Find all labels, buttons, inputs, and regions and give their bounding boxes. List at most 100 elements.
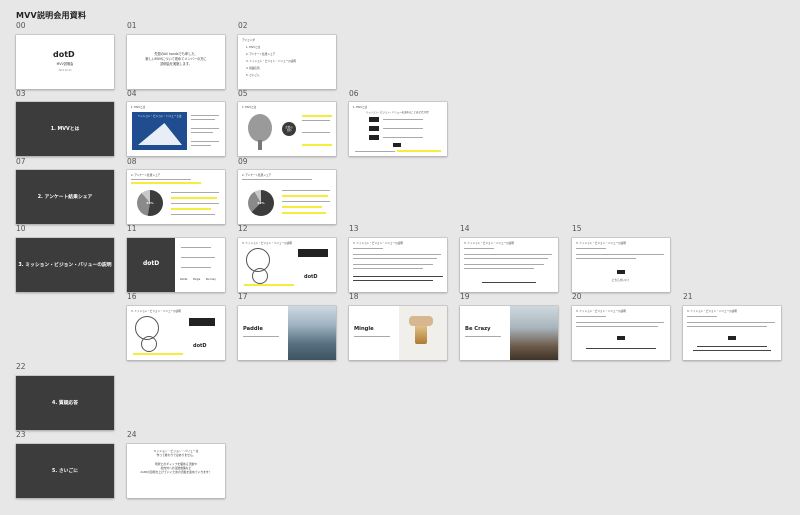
slide-thumbnail-17[interactable]: Paddle [238, 306, 336, 360]
slide-number: 07 [16, 157, 26, 166]
agenda-item: 4. 質疑応答 [246, 67, 260, 70]
slide-number: 24 [127, 430, 137, 439]
slide-number: 17 [238, 292, 248, 301]
slide-heading: 3. ミッション・ビジョン・バリューの説明 [687, 310, 737, 313]
slide-date: 2021.XX.XX [58, 69, 72, 72]
slide-thumbnail-11[interactable]: dotD Paddle Mingle Be Crazy [127, 238, 225, 292]
slide-number: 04 [127, 89, 137, 98]
slide-heading: 2. アンケート結果シェア [242, 174, 272, 177]
slide-heading: 1. MVVとは [131, 106, 146, 109]
slide-heading: 3. ミッション・ビジョン・バリューの説明 [464, 242, 514, 245]
agenda-item: 5. さいごに [246, 74, 260, 77]
slide-thumbnail-13[interactable]: 3. ミッション・ビジョン・バリューの説明 [349, 238, 447, 292]
slide-number: 18 [349, 292, 359, 301]
slide-question: どちらがいい？ [611, 279, 631, 282]
slide-thumbnail-21[interactable]: 3. ミッション・ビジョン・バリューの説明 [683, 306, 781, 360]
slide-heading: 1. MVVとは [242, 106, 257, 109]
value-word: Paddle [243, 326, 263, 332]
toast-photo [399, 306, 447, 360]
slide-thumbnail-14[interactable]: 3. ミッション・ビジョン・バリューの説明 [460, 238, 558, 292]
agenda-item: 2. アンケート結果シェア [246, 53, 276, 56]
slide-question: ミッション・ビジョン・バリューを決めることはなぜ大切？ [365, 111, 431, 114]
slide-heading: 3. ミッション・ビジョン・バリューの説明 [576, 242, 626, 245]
section-title: 1. MVVとは [50, 127, 80, 132]
rowing-photo [288, 306, 336, 360]
slide-thumbnail-18[interactable]: Mingle [349, 306, 447, 360]
slide-number: 00 [16, 21, 26, 30]
agenda-item: 3. ミッション・ビジョン・バリューの説明 [246, 60, 296, 63]
slide-thumbnail-08[interactable]: 2. アンケート結果シェア 53% [127, 170, 225, 224]
dotd-logo: dotD [304, 274, 318, 280]
slide-subtitle: MVV説明会 [56, 62, 74, 66]
slide-thumbnail-02[interactable]: アジェンダ 1. MVVとは 2. アンケート結果シェア 3. ミッション・ビジ… [238, 35, 336, 89]
slide-heading: 2. アンケート結果シェア [131, 174, 161, 177]
section-title: 3. ミッション・ビジョン・バリューの説明 [18, 263, 112, 268]
slide-thumbnail-22[interactable]: 4. 質疑応答 [16, 376, 114, 430]
slide-heading: 3. ミッション・ビジョン・バリューの説明 [131, 310, 181, 313]
slide-thumbnail-16[interactable]: 3. ミッション・ビジョン・バリューの説明 dotD [127, 306, 225, 360]
mvv-diagram: ミッション・ビジョン・バリューとは [132, 112, 187, 150]
value-word: Mingle [354, 326, 374, 332]
agenda-item: 1. MVVとは [246, 46, 261, 49]
dotd-logo: dotD [143, 260, 160, 267]
slide-number: 20 [572, 292, 582, 301]
slide-number: 12 [238, 224, 248, 233]
slide-number: 21 [683, 292, 693, 301]
slide-heading: アジェンダ [242, 39, 255, 42]
value-label: Be Crazy [206, 278, 216, 281]
slide-number: 14 [460, 224, 470, 233]
slide-number: 06 [349, 89, 359, 98]
slide-text: ミッション・ビジョン・バリューは 作って終わりではありません。 現状とのギャップ… [140, 449, 212, 475]
slide-thumbnail-20[interactable]: 3. ミッション・ビジョン・バリューの説明 [572, 306, 670, 360]
slide-thumbnail-15[interactable]: 3. ミッション・ビジョン・バリューの説明 どちらがいい？ [572, 238, 670, 292]
slide-number: 05 [238, 89, 248, 98]
page-title: MVV説明会用資料 [16, 11, 87, 20]
slide-number: 22 [16, 362, 26, 371]
slide-thumbnail-23[interactable]: 5. さいごに [16, 444, 114, 498]
slide-number: 10 [16, 224, 26, 233]
slide-number: 23 [16, 430, 26, 439]
dotd-logo: dotD [193, 343, 207, 349]
slide-thumbnail-24[interactable]: ミッション・ビジョン・バリューは 作って終わりではありません。 現状とのギャップ… [127, 444, 225, 498]
value-word: Be Crazy [465, 326, 491, 332]
slide-thumbnail-09[interactable]: 2. アンケート結果シェア 62% [238, 170, 336, 224]
arrow-icon [617, 270, 625, 274]
slide-number: 03 [16, 89, 26, 98]
slide-thumbnail-01[interactable]: 先週のAll handsでも申した、 新しいMVVについて改めてメンバーの方に … [127, 35, 225, 89]
slide-thumbnail-04[interactable]: 1. MVVとは ミッション・ビジョン・バリューとは [127, 102, 225, 156]
slide-thumbnail-03[interactable]: 1. MVVとは [16, 102, 114, 156]
slide-heading: 1. MVVとは [353, 106, 368, 109]
slide-thumbnail-00[interactable]: dotD MVV説明会 2021.XX.XX [16, 35, 114, 89]
cliff-photo [510, 306, 558, 360]
value-label: Mingle [193, 278, 201, 281]
slide-number: 02 [238, 21, 248, 30]
slide-heading: 3. ミッション・ビジョン・バリューの説明 [242, 242, 292, 245]
value-label: Paddle [180, 278, 188, 281]
mountain-illustration [138, 123, 182, 145]
slide-thumbnail-12[interactable]: 3. ミッション・ビジョン・バリューの説明 dotD [238, 238, 336, 292]
slide-number: 19 [460, 292, 470, 301]
slide-number: 09 [238, 157, 248, 166]
slide-thumbnail-06[interactable]: 1. MVVとは ミッション・ビジョン・バリューを決めることはなぜ大切？ [349, 102, 447, 156]
slide-number: 01 [127, 21, 137, 30]
slide-thumbnail-07[interactable]: 2. アンケート結果シェア [16, 170, 114, 224]
pie-label: 62% [257, 201, 265, 205]
arrow-icon [728, 336, 736, 340]
slide-text: 先週のAll handsでも申した、 新しいMVVについて改めてメンバーの方に … [145, 52, 207, 66]
slide-thumbnail-19[interactable]: Be Crazy [460, 306, 558, 360]
slide-thumbnail-05[interactable]: 1. MVVとは 企業の 目的 [238, 102, 336, 156]
section-title: 4. 質疑応答 [51, 401, 79, 406]
slide-number: 15 [572, 224, 582, 233]
arrow-icon [617, 336, 625, 340]
section-title: 2. アンケート結果シェア [37, 195, 93, 200]
slide-number: 11 [127, 224, 137, 233]
slide-heading: 3. ミッション・ビジョン・バリューの説明 [353, 242, 403, 245]
diagram-banner: ミッション・ビジョン・バリューとは [137, 115, 182, 118]
tree-illustration [248, 114, 272, 142]
section-title: 5. さいごに [51, 469, 79, 474]
slide-number: 13 [349, 224, 359, 233]
dotd-logo: dotD [53, 50, 75, 59]
slide-thumbnail-10[interactable]: 3. ミッション・ビジョン・バリューの説明 [16, 238, 114, 292]
slide-number: 16 [127, 292, 137, 301]
arrow-icon [393, 143, 401, 147]
